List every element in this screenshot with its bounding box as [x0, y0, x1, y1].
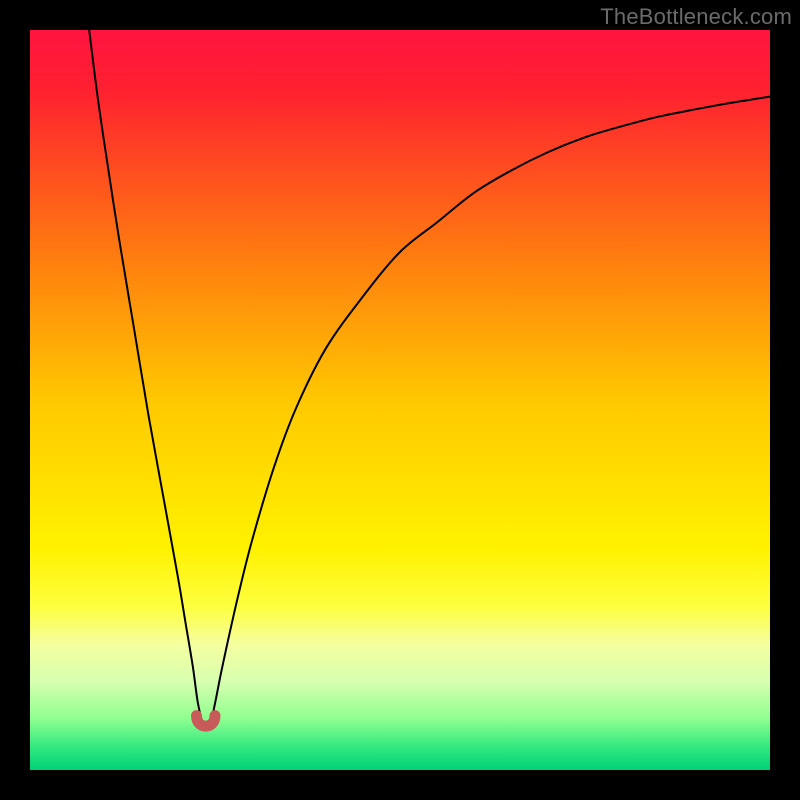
gradient-background — [30, 30, 770, 770]
plot-area — [30, 30, 770, 770]
attribution-text: TheBottleneck.com — [600, 4, 792, 30]
chart-svg — [30, 30, 770, 770]
chart-frame: TheBottleneck.com — [0, 0, 800, 800]
